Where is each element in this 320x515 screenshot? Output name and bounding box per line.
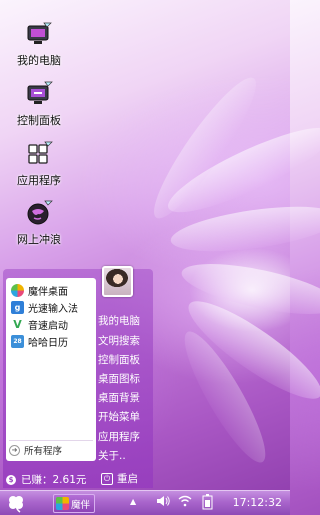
- desktop-icon-applications[interactable]: 应用程序: [4, 140, 74, 188]
- up-arrow-icon[interactable]: ▲: [130, 497, 136, 506]
- menu-item-label: 哈哈日历: [28, 338, 68, 349]
- mobile-desktop-icon: [11, 284, 24, 297]
- desktop-icon-label: 应用程序: [17, 174, 61, 187]
- clock: 17:12:32: [232, 496, 282, 509]
- menu-item-label: 魔伴桌面: [28, 287, 68, 298]
- desktop-icon-my-computer[interactable]: 我的电脑: [4, 20, 74, 68]
- mobile-desktop-icon: [56, 497, 69, 510]
- desktop-icon-control-panel[interactable]: 控制面板: [4, 80, 74, 128]
- calendar-icon: 28: [11, 335, 24, 348]
- desktop-icon-internet[interactable]: 网上冲浪: [4, 199, 74, 247]
- taskbar-app-label: 魔伴: [71, 499, 91, 511]
- all-programs-button[interactable]: ➜ 所有程序: [9, 440, 93, 457]
- menu-item-mobile-desktop[interactable]: 魔伴桌面: [6, 282, 96, 299]
- taskbar-app-mobile-desktop[interactable]: 魔伴: [53, 494, 95, 513]
- my-computer-icon: [24, 20, 54, 50]
- menu-item-calendar[interactable]: 28 哈哈日历: [6, 333, 96, 350]
- battery-icon[interactable]: [201, 494, 215, 513]
- sonic-launcher-icon: V: [11, 318, 24, 331]
- menu-link-applications[interactable]: 应用程序: [98, 429, 140, 444]
- menu-link-about[interactable]: 关于..: [98, 448, 126, 463]
- restart-label: 重启: [117, 473, 138, 485]
- taskbar: 魔伴 ▲ 17:12:32: [0, 490, 290, 515]
- restart-button[interactable]: ⏻ 重启: [101, 471, 138, 486]
- earnings-balance: $ 已赚：2.61元: [6, 472, 86, 487]
- menu-link-control-panel[interactable]: 控制面板: [98, 352, 140, 367]
- power-icon: ⏻: [101, 472, 113, 485]
- arrow-right-icon: ➜: [9, 444, 20, 456]
- menu-item-sonic-launcher[interactable]: V 音速启动: [6, 316, 96, 333]
- wifi-icon[interactable]: [178, 495, 192, 510]
- menu-link-desktop-icons[interactable]: 桌面图标: [98, 371, 140, 386]
- volume-icon[interactable]: [156, 495, 170, 510]
- menu-link-my-computer[interactable]: 我的电脑: [98, 313, 140, 328]
- menu-item-label: 音速启动: [28, 321, 68, 332]
- internet-globe-icon: [24, 199, 54, 229]
- start-menu-pinned-list: 魔伴桌面 g 光速输入法 V 音速启动 28 哈哈日历 ➜ 所有程序: [6, 278, 96, 461]
- all-programs-label: 所有程序: [24, 446, 63, 457]
- menu-link-search[interactable]: 文明搜索: [98, 333, 140, 348]
- clover-start-icon: [9, 496, 23, 513]
- avatar[interactable]: [102, 266, 133, 297]
- menu-link-start-menu[interactable]: 开始菜单: [98, 409, 140, 424]
- menu-item-input-method[interactable]: g 光速输入法: [6, 299, 96, 316]
- desktop-icon-label: 网上冲浪: [17, 233, 61, 246]
- applications-icon: [24, 140, 54, 170]
- money-icon: $: [6, 474, 16, 485]
- balance-text: 已赚：2.61元: [21, 474, 87, 486]
- desktop-icon-label: 控制面板: [17, 114, 61, 127]
- start-button[interactable]: [6, 494, 26, 513]
- desktop-icon-label: 我的电脑: [17, 54, 61, 67]
- menu-link-desktop-background[interactable]: 桌面背景: [98, 390, 140, 405]
- input-method-icon: g: [11, 301, 24, 314]
- control-panel-icon: [24, 80, 54, 110]
- menu-item-label: 光速输入法: [28, 304, 78, 315]
